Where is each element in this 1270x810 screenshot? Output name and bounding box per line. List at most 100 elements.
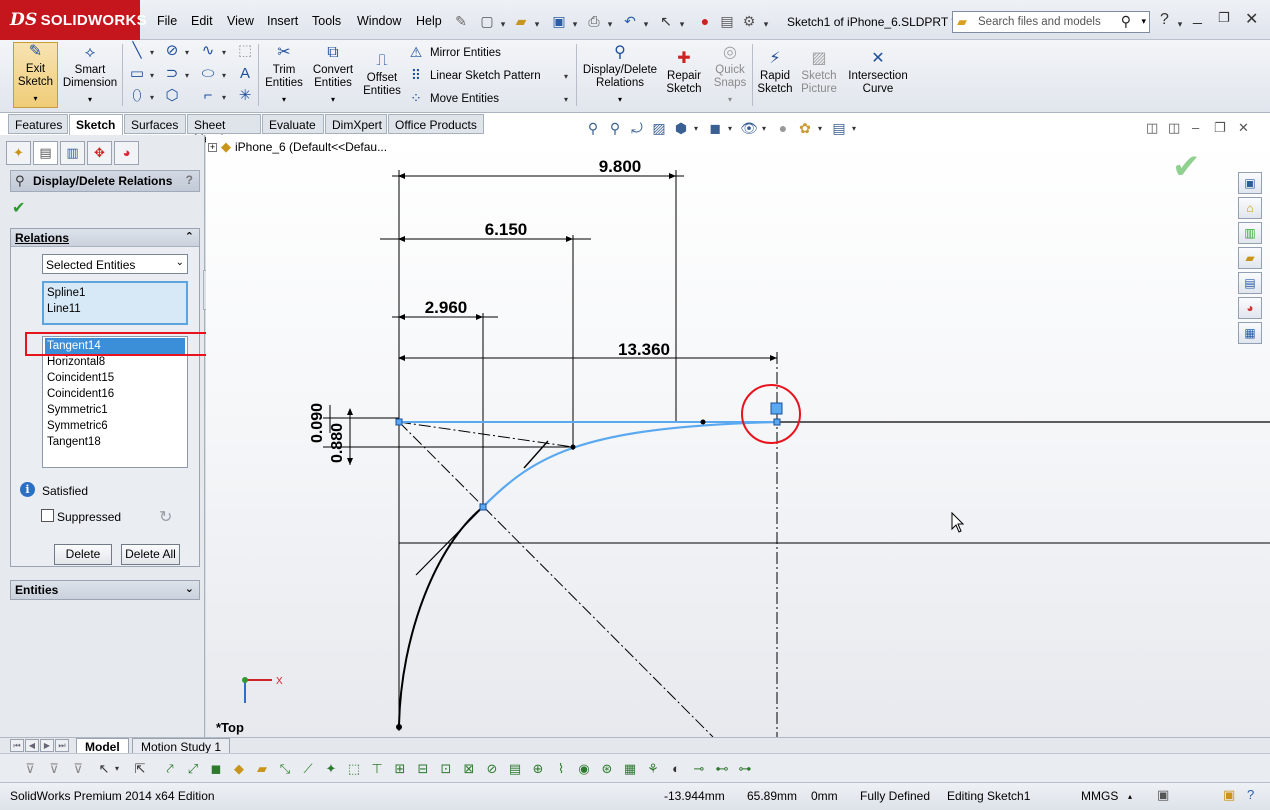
search-icon[interactable]: ⚲	[1121, 13, 1131, 30]
search-dropdown-icon[interactable]: ▾	[1141, 16, 1146, 27]
new-document-icon[interactable]: ▢	[478, 12, 496, 30]
entities-group-header[interactable]: Entities ⌄	[11, 581, 199, 599]
pin-icon[interactable]: ✎	[452, 12, 470, 30]
linear-sketch-pattern-button[interactable]: ⠿ Linear Sketch Pattern	[408, 67, 541, 84]
filter-vertices-icon[interactable]: ⤤	[160, 759, 180, 779]
edit-appearance-icon[interactable]: ●	[774, 120, 792, 136]
zoom-to-area-icon[interactable]: ⚲	[606, 120, 624, 137]
polygon-dropdown-icon[interactable]: ▾	[150, 93, 154, 102]
custom-units-icon[interactable]: ▣	[1157, 787, 1169, 803]
print-dropdown-icon[interactable]: ▾	[606, 15, 614, 33]
select-dropdown-icon[interactable]: ▾	[112, 759, 122, 779]
clear-filters-icon[interactable]: ⊽	[44, 759, 64, 779]
quick-snaps-dropdown-icon[interactable]: ▾	[710, 93, 750, 106]
hide-show-dropdown-icon[interactable]: ▾	[762, 124, 770, 133]
filter-welds-icon[interactable]: ⊶	[735, 759, 755, 779]
filter-weld-symbols-icon[interactable]: ⌇	[551, 759, 571, 779]
solidworks-resources-icon[interactable]: ▣	[1238, 172, 1262, 194]
circle-icon[interactable]: ⊘	[162, 42, 182, 60]
filter-cosmetic-threads-icon[interactable]: ⊛	[597, 759, 617, 779]
circle-dropdown-icon[interactable]: ▾	[185, 48, 189, 57]
convert-dropdown-icon[interactable]: ▾	[309, 93, 357, 106]
relation-item[interactable]: Horizontal8	[45, 354, 185, 370]
tab-evaluate[interactable]: Evaluate	[262, 114, 324, 134]
file-properties-icon[interactable]: ▤	[718, 12, 736, 30]
fillet-icon[interactable]: ⌐	[198, 87, 218, 105]
tab-features[interactable]: Features	[8, 114, 68, 134]
menu-insert[interactable]: Insert	[267, 14, 298, 28]
feature-tree-tab-icon[interactable]: ✦	[6, 141, 31, 165]
last-tab-icon[interactable]: ⏭	[55, 739, 69, 752]
rectangle-dropdown-icon[interactable]: ▾	[150, 71, 154, 80]
viewport-restore-icon[interactable]: ❐	[1214, 120, 1226, 136]
close-window-icon[interactable]: ✕	[1245, 9, 1258, 29]
sketch-point[interactable]	[479, 503, 487, 511]
tab-office-products[interactable]: Office Products	[388, 114, 484, 134]
ellipse-icon[interactable]: ⬭	[198, 65, 218, 83]
display-manager-tab-icon[interactable]: ◕	[114, 141, 139, 165]
hexagon-icon[interactable]: ⬡	[162, 87, 182, 105]
fillet-dropdown-icon[interactable]: ▾	[222, 93, 226, 102]
solidworks-logo[interactable]: DS SOLIDWORKS	[0, 0, 147, 40]
dimension-2960[interactable]: 2.960	[425, 298, 468, 317]
undo-icon[interactable]: ↶	[621, 12, 639, 30]
first-tab-icon[interactable]: ⏮	[10, 739, 24, 752]
apply-scene-dropdown-icon[interactable]: ▾	[818, 124, 826, 133]
spline-icon[interactable]: ∿	[198, 42, 218, 60]
print-icon[interactable]: ⎙	[585, 12, 603, 30]
dimension-9800[interactable]: 9.800	[599, 157, 642, 176]
display-style-icon[interactable]: ◼	[706, 120, 724, 137]
filter-centerline-icon[interactable]: ⊟	[413, 759, 433, 779]
tab-surfaces[interactable]: Surfaces	[124, 114, 186, 134]
filter-dowel-pins-icon[interactable]: ⚘	[643, 759, 663, 779]
convert-entities-button[interactable]: ⧉ Convert Entities ▾	[309, 44, 357, 106]
repair-sketch-button[interactable]: ✚ Repair Sketch	[664, 50, 704, 96]
open-folder-icon[interactable]: ▰	[512, 12, 530, 30]
filter-axes-icon[interactable]: ⤡	[275, 759, 295, 779]
property-manager-tab-icon[interactable]: ▤	[33, 141, 58, 165]
hide-show-items-icon[interactable]: 👁	[740, 120, 758, 137]
viewport-tile-right-icon[interactable]: ◫	[1168, 120, 1180, 136]
exit-sketch-dropdown-icon[interactable]: ▾	[14, 92, 57, 105]
options-dropdown-icon[interactable]: ▾	[762, 15, 770, 33]
view-palette-icon[interactable]: ▤	[1238, 272, 1262, 294]
relation-item[interactable]: Coincident15	[45, 370, 185, 386]
configuration-manager-tab-icon[interactable]: ▥	[60, 141, 85, 165]
relation-item[interactable]: Tangent18	[45, 434, 185, 450]
filter-surface-finish-icon[interactable]: ⊠	[459, 759, 479, 779]
suppressed-checkbox[interactable]	[41, 509, 54, 522]
search-box[interactable]: ▰ Search files and models ⚲ ▾	[952, 11, 1150, 33]
save-dropdown-icon[interactable]: ▾	[571, 15, 579, 33]
rectangle-icon[interactable]: ▭	[127, 65, 147, 83]
viewport-minimize-icon[interactable]: –	[1192, 120, 1199, 135]
dimension-0090[interactable]: 0.090	[309, 403, 326, 443]
flyout-tree-node[interactable]: + ◆ iPhone_6 (Default<<Defau...	[208, 139, 387, 155]
undo-dropdown-icon[interactable]: ▾	[642, 15, 650, 33]
dimxpert-manager-tab-icon[interactable]: ✥	[87, 141, 112, 165]
tab-dimxpert[interactable]: DimXpert	[325, 114, 387, 134]
selected-entities-list[interactable]: Spline1 Line11	[42, 281, 188, 325]
smart-dimension-button[interactable]: ⟡ Smart Dimension ▾	[62, 44, 118, 106]
help-question-icon[interactable]: ?	[1160, 11, 1169, 29]
select-arrow-icon[interactable]: ↖	[657, 12, 675, 30]
select-all-filters-icon[interactable]: ⊽	[68, 759, 88, 779]
filter-midsurfaces-icon[interactable]: ⊷	[712, 759, 732, 779]
move-entities-button[interactable]: ⁘ Move Entities	[408, 90, 499, 107]
graphics-area[interactable]: 9.800 6.150 2.960 13.360 0.090 0.880 X ✔	[206, 135, 1270, 737]
construction-grid-icon[interactable]: ⬚	[235, 42, 255, 60]
spline-dropdown-icon[interactable]: ▾	[222, 48, 226, 57]
relations-dropdown-icon[interactable]: ▾	[582, 93, 658, 106]
tangent-relation-icon[interactable]	[770, 402, 783, 415]
relation-item[interactable]: Coincident16	[45, 386, 185, 402]
view-orientation-dropdown-icon[interactable]: ▾	[694, 124, 702, 133]
offset-entities-button[interactable]: ⎍ Offset Entities	[360, 52, 404, 98]
delete-button[interactable]: Delete	[54, 544, 112, 565]
filter-dimensions-icon[interactable]: ⊡	[436, 759, 456, 779]
menu-tools[interactable]: Tools	[312, 14, 341, 28]
filter-routing-points-icon[interactable]: ⊸	[689, 759, 709, 779]
tab-model[interactable]: Model	[76, 738, 129, 754]
pattern-dropdown-icon[interactable]: ▾	[564, 72, 568, 81]
sketch-canvas[interactable]: 9.800 6.150 2.960 13.360 0.090 0.880 X	[206, 135, 1270, 737]
filter-center-marks-icon[interactable]: ⊞	[390, 759, 410, 779]
filter-sketch-points-icon[interactable]: ✦	[321, 759, 341, 779]
